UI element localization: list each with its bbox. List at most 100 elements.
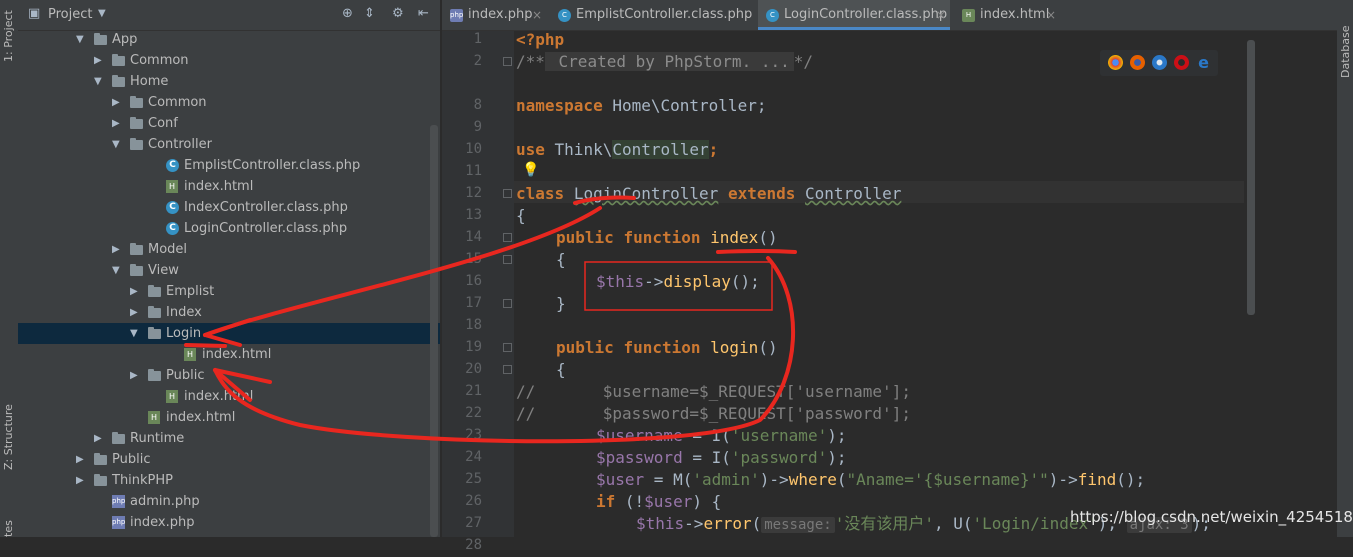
tree-item-label: index.php (130, 515, 195, 530)
folder-icon (148, 285, 161, 297)
fold-marker-icon[interactable] (503, 233, 512, 242)
tree-item[interactable]: ▶ Model (18, 239, 440, 260)
tree-item[interactable]: Hindex.html (18, 407, 440, 428)
chevron-right-icon[interactable]: ▶ (112, 239, 120, 260)
line-number: 8 (473, 97, 482, 113)
tree-item[interactable]: ▶ Emplist (18, 281, 440, 302)
project-scrollbar[interactable] (430, 125, 438, 537)
fold-marker-icon[interactable] (503, 343, 512, 352)
tree-item[interactable]: ▶ Public (18, 365, 440, 386)
line-number: 13 (465, 207, 482, 223)
tree-item[interactable]: Hindex.html (18, 386, 440, 407)
tree-item[interactable]: ▼ View (18, 260, 440, 281)
chevron-right-icon[interactable]: ▶ (76, 470, 84, 491)
tree-item[interactable]: ▶ Index (18, 302, 440, 323)
chevron-right-icon[interactable]: ▶ (94, 428, 102, 449)
chevron-right-icon[interactable]: ▶ (76, 449, 84, 470)
code-line-24: $password = I('password'); (596, 448, 847, 467)
tree-item-label: Conf (148, 116, 178, 131)
tree-item[interactable]: C IndexController.class.php (18, 197, 440, 218)
chevron-right-icon[interactable]: ▶ (130, 302, 138, 323)
tree-item[interactable]: ▶ Runtime (18, 428, 440, 449)
line-number: 10 (465, 141, 482, 157)
tab-index-html[interactable]: H index.html × (954, 0, 1084, 30)
tab-label: EmplistController.class.php (576, 7, 753, 22)
tree-item[interactable]: ▶ ThinkPHP (18, 470, 440, 491)
tree-item-label: IndexController.class.php (184, 200, 348, 215)
line-number: 1 (473, 31, 482, 47)
firefox-icon[interactable] (1130, 55, 1145, 70)
folder-icon (130, 117, 143, 129)
tab-login-controller[interactable]: C LoginController.class.php × (758, 0, 950, 30)
tree-item[interactable]: ▶ Public (18, 449, 440, 470)
editor-tab-bar: php index.php × C EmplistController.clas… (442, 0, 1337, 31)
editor-scrollbar[interactable] (1247, 40, 1255, 315)
tree-item[interactable]: ▼ Login (18, 323, 440, 344)
chevron-right-icon[interactable]: ▶ (130, 281, 138, 302)
code-editor[interactable]: <?php /** Created by PhpStorm. ... */ nam… (514, 30, 1244, 537)
tree-item-label: Index (166, 305, 202, 320)
code-minimap[interactable] (1244, 31, 1337, 537)
chevron-down-icon[interactable]: ▼ (130, 323, 138, 344)
bottom-tool-tab[interactable]: tes (0, 520, 18, 557)
line-number: 28 (465, 537, 482, 553)
tree-item[interactable]: ▶ Conf (18, 113, 440, 134)
line-number: 24 (465, 449, 482, 465)
project-panel-title[interactable]: Project (48, 7, 92, 22)
chevron-down-icon[interactable]: ▼ (112, 134, 120, 155)
php-file-icon: php (112, 495, 125, 508)
close-icon[interactable]: × (1046, 0, 1056, 30)
tree-item[interactable]: ▼ Controller (18, 134, 440, 155)
class-icon: C (558, 9, 571, 22)
fold-marker-icon[interactable] (503, 365, 512, 374)
close-icon[interactable]: × (936, 0, 946, 30)
tree-item[interactable]: php index.php (18, 512, 440, 533)
fold-marker-icon[interactable] (503, 189, 512, 198)
class-icon: C (166, 159, 179, 172)
gear-icon[interactable]: ⚙ (392, 6, 404, 21)
tab-label: LoginController.class.php (784, 7, 948, 22)
safari-icon[interactable] (1152, 55, 1167, 70)
fold-marker-icon[interactable] (503, 255, 512, 264)
code-line-13: { (516, 206, 526, 225)
chevron-right-icon[interactable]: ▶ (112, 92, 120, 113)
tree-item-label: index.html (184, 389, 254, 404)
fold-marker-icon[interactable] (503, 57, 512, 66)
lightbulb-icon[interactable]: 💡 (522, 159, 539, 181)
project-tool-tab[interactable]: 1: Project (0, 10, 18, 122)
tree-item[interactable]: Hindex.html (18, 344, 440, 365)
chevron-right-icon[interactable]: ▶ (112, 113, 120, 134)
code-line-2: /** Created by PhpStorm. ... */ (516, 52, 813, 71)
tree-item[interactable]: ▼ App (18, 29, 440, 50)
chevron-right-icon[interactable]: ▶ (130, 365, 138, 386)
tab-emplist-controller[interactable]: C EmplistController.class.php × (550, 0, 864, 30)
tree-item[interactable]: C EmplistController.class.php (18, 155, 440, 176)
tree-item[interactable]: Hindex.html (18, 176, 440, 197)
left-tool-strip: 1: Project Z: Structure tes (0, 0, 19, 537)
tree-item[interactable]: ▶ Common (18, 92, 440, 113)
chevron-down-icon[interactable]: ▼ (98, 8, 106, 19)
fold-marker-icon[interactable] (503, 299, 512, 308)
internet-explorer-icon[interactable]: e (1196, 55, 1211, 71)
locate-icon[interactable]: ⊕ (342, 6, 353, 21)
hide-icon[interactable]: ⇤ (418, 6, 429, 21)
code-line-23: $username = I('username'); (596, 426, 847, 445)
opera-icon[interactable] (1174, 55, 1189, 70)
tree-item[interactable]: ▶ Common (18, 50, 440, 71)
tree-item[interactable]: ▼ Home (18, 71, 440, 92)
collapse-icon[interactable]: ⇕ (364, 6, 375, 21)
chevron-down-icon[interactable]: ▼ (94, 71, 102, 92)
chrome-icon[interactable] (1108, 55, 1123, 70)
close-icon[interactable]: × (532, 0, 542, 30)
tree-item[interactable]: C LoginController.class.php (18, 218, 440, 239)
code-line-15: { (556, 250, 566, 269)
chevron-right-icon[interactable]: ▶ (94, 50, 102, 71)
line-number: 25 (465, 471, 482, 487)
tree-item[interactable]: php admin.php (18, 491, 440, 512)
tree-item-label: View (148, 263, 179, 278)
line-number: 27 (465, 515, 482, 531)
database-tool-tab[interactable]: Database (1337, 26, 1353, 138)
chevron-down-icon[interactable]: ▼ (76, 29, 84, 50)
chevron-down-icon[interactable]: ▼ (112, 260, 120, 281)
folder-icon (94, 453, 107, 465)
